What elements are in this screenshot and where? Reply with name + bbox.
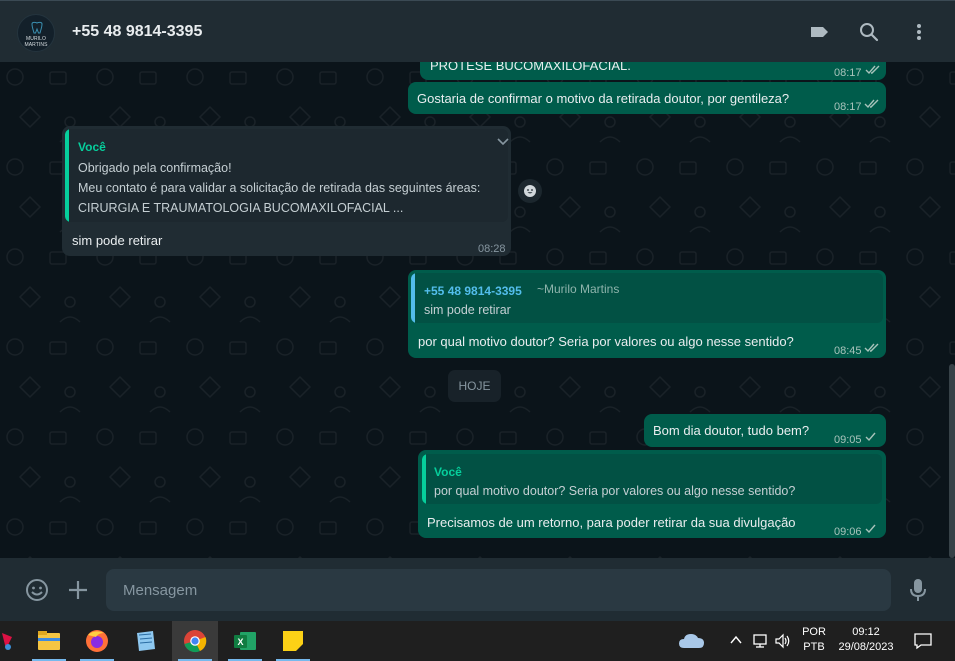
clock-time: 09:12	[852, 626, 880, 638]
message-bubble-outgoing[interactable]: Você por qual motivo doutor? Seria por v…	[418, 450, 886, 538]
message-input-wrapper	[106, 569, 891, 611]
attach-plus-icon[interactable]	[67, 579, 89, 601]
message-bubble-outgoing[interactable]: +55 48 9814-3395 ~Murilo Martins sim pod…	[408, 270, 886, 358]
quote-bar	[422, 454, 426, 504]
excel-icon[interactable]: X	[222, 621, 268, 661]
quote-sender: Você	[434, 465, 462, 479]
message-input[interactable]	[106, 569, 891, 611]
quote-line: por qual motivo doutor? Seria por valore…	[434, 484, 796, 498]
emoji-icon[interactable]	[25, 578, 49, 602]
file-explorer-icon[interactable]	[26, 621, 72, 661]
double-check-icon	[865, 65, 880, 75]
quote-line: CIRURGIA E TRAUMATOLOGIA BUCOMAXILOFACIA…	[78, 201, 404, 215]
onedrive-cloud-icon[interactable]	[678, 631, 706, 651]
message-time: 09:05	[834, 434, 862, 446]
message-time: 08:17	[834, 101, 862, 113]
double-check-icon	[864, 343, 879, 353]
message-text: Gostaria de confirmar o motivo da retira…	[417, 91, 790, 106]
message-text: Precisamos de um retorno, para poder ret…	[427, 515, 796, 530]
volume-icon[interactable]	[774, 632, 792, 650]
smiley-icon	[524, 185, 536, 197]
message-time: 08:28	[478, 243, 506, 255]
quoted-message[interactable]: +55 48 9814-3395 ~Murilo Martins sim pod…	[411, 273, 883, 323]
quote-bar	[65, 129, 69, 222]
tooth-logo-icon	[31, 21, 43, 34]
more-vertical-icon[interactable]	[908, 21, 930, 43]
message-text: PRÓTESE BUCOMAXILOFACIAL.	[430, 62, 631, 73]
message-time: 09:06	[834, 526, 862, 538]
quote-line: sim pode retirar	[424, 303, 511, 317]
language-indicator[interactable]: POR PTB	[798, 625, 830, 655]
double-check-icon	[864, 99, 879, 109]
microphone-icon[interactable]	[908, 577, 928, 603]
language-line: POR	[802, 626, 826, 638]
notepad-icon[interactable]	[122, 621, 168, 661]
message-time: 08:45	[834, 345, 862, 357]
message-bubble-outgoing[interactable]: Bom dia doutor, tudo bem? 09:05	[644, 414, 886, 447]
clock[interactable]: 09:12 29/08/2023	[834, 625, 898, 655]
message-text: Bom dia doutor, tudo bem?	[653, 423, 810, 438]
chat-scrollbar[interactable]	[949, 364, 955, 558]
language-line: PTB	[803, 641, 825, 653]
emoji-reaction-button[interactable]	[518, 179, 542, 203]
quote-sender: +55 48 9814-3395	[424, 284, 522, 298]
message-time: 08:17	[834, 67, 862, 79]
chevron-up-icon[interactable]	[730, 635, 742, 645]
single-check-icon	[865, 432, 876, 442]
message-composer	[0, 558, 955, 621]
chat-area[interactable]: PRÓTESE BUCOMAXILOFACIAL. 08:17 Gostaria…	[0, 62, 955, 558]
avatar-logo-text: MURILO MARTINS	[24, 36, 48, 48]
quoted-message[interactable]: Você por qual motivo doutor? Seria por v…	[422, 454, 882, 504]
message-bubble-outgoing[interactable]: Gostaria de confirmar o motivo da retira…	[408, 82, 886, 114]
chevron-down-icon[interactable]	[497, 138, 509, 146]
search-icon[interactable]	[858, 21, 880, 43]
quote-sender: Você	[78, 140, 106, 154]
clock-date: 29/08/2023	[838, 641, 894, 653]
contact-name[interactable]: +55 48 9814-3395	[72, 23, 202, 41]
message-bubble-outgoing[interactable]: PRÓTESE BUCOMAXILOFACIAL. 08:17	[420, 62, 886, 80]
label-icon[interactable]	[808, 21, 830, 43]
quoted-message[interactable]: Você Obrigado pela confirmação! Meu cont…	[65, 129, 508, 222]
message-text: por qual motivo doutor? Seria por valore…	[418, 334, 794, 349]
contact-avatar[interactable]: MURILO MARTINS	[17, 14, 55, 52]
quote-line: Obrigado pela confirmação!	[78, 161, 232, 175]
chat-header: MURILO MARTINS +55 48 9814-3395	[0, 0, 955, 62]
message-bubble-incoming[interactable]: Você Obrigado pela confirmação! Meu cont…	[62, 126, 511, 256]
firefox-icon[interactable]	[74, 621, 120, 661]
chrome-icon[interactable]	[172, 621, 218, 661]
date-divider: HOJE	[448, 370, 501, 402]
quote-sender-alias: ~Murilo Martins	[537, 282, 620, 296]
message-text: sim pode retirar	[72, 233, 163, 248]
sticky-notes-icon[interactable]	[270, 621, 316, 661]
notifications-icon[interactable]	[913, 632, 933, 650]
network-icon[interactable]	[752, 632, 770, 650]
quote-bar	[411, 273, 415, 323]
single-check-icon	[865, 524, 876, 534]
quote-line: Meu contato é para validar a solicitação…	[78, 181, 481, 195]
svg-text:X: X	[237, 637, 243, 647]
windows-taskbar: X POR PTB 09:12 29/08/2023	[0, 621, 955, 661]
